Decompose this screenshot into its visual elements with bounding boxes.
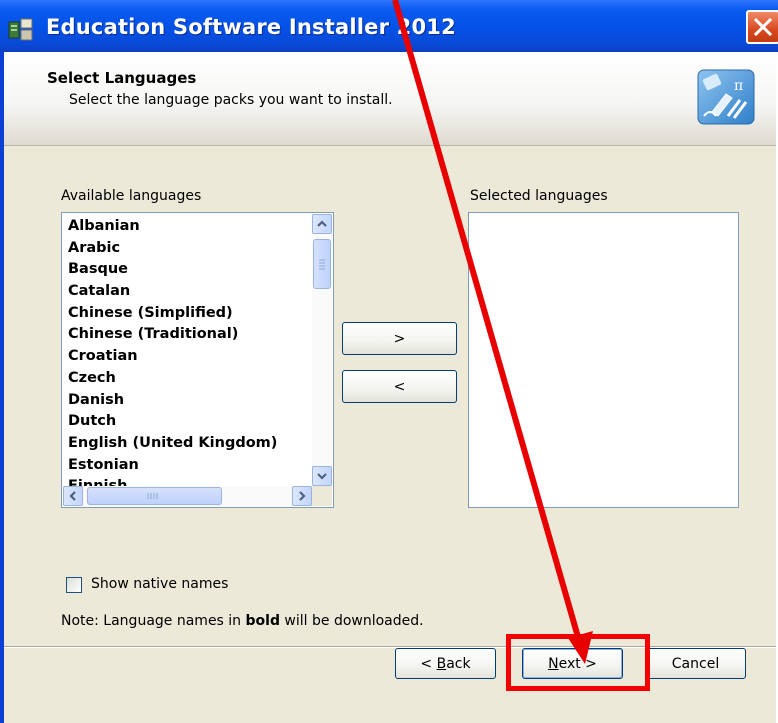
annotation-arrow-shaft [392, 0, 583, 645]
installer-window: Education Software Installer 2012 Select… [0, 0, 778, 723]
annotation-arrow-head [568, 631, 593, 664]
annotation-arrow [392, 0, 593, 664]
